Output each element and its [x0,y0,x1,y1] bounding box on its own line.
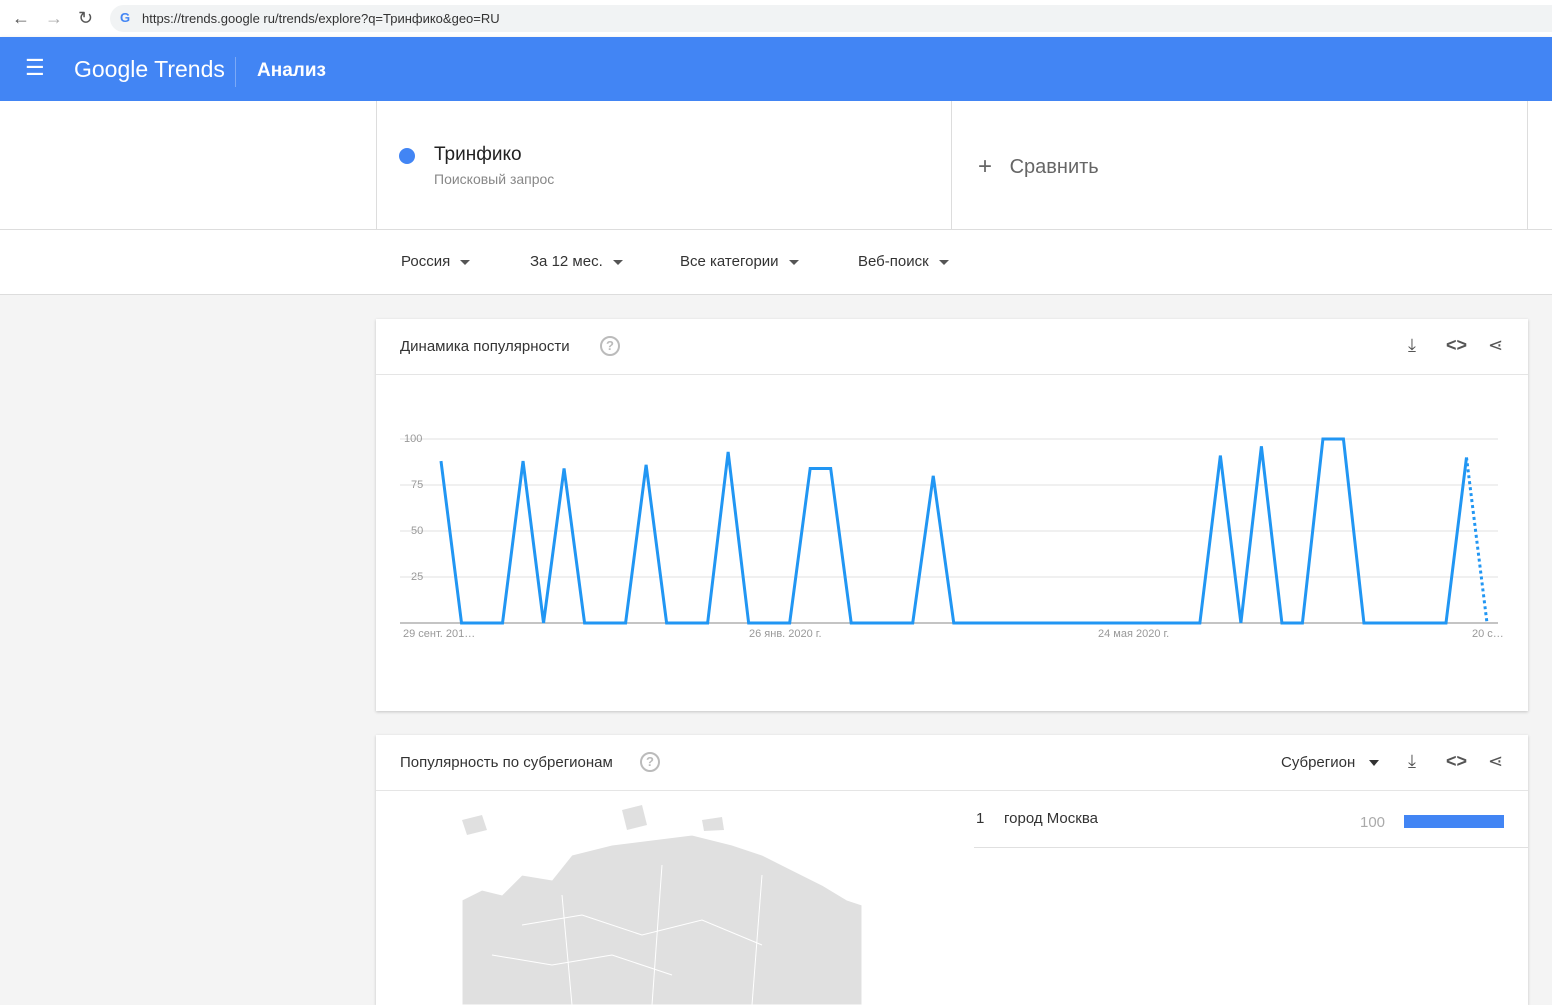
google-icon: G [120,10,131,25]
rank: 1 [976,810,985,827]
region-map[interactable] [462,805,864,1005]
compare-label: Сравнить [1009,155,1099,178]
help-icon[interactable]: ? [600,336,620,356]
y-tick-label: 50 [411,525,424,537]
share-icon[interactable]: ⋖ [1488,751,1503,772]
subregion-dropdown-label: Субрегион [1281,754,1356,771]
caret-down-icon [788,259,799,265]
search-type-dropdown[interactable]: Веб-поиск [858,253,949,270]
caret-down-icon [938,259,949,265]
region-value: 100 [1360,814,1386,831]
region-name: город Москва [1004,810,1098,827]
term-color-dot [399,148,415,164]
download-icon[interactable]: ⤓ [1408,335,1416,356]
caret-down-icon [612,259,623,265]
download-icon[interactable]: ⤓ [1408,751,1416,772]
search-term[interactable]: Тринфико [434,144,522,166]
y-tick-label: 100 [404,433,423,445]
caret-down-icon [460,259,471,265]
reload-icon[interactable]: ↻ [78,8,93,29]
app-header: ☰ Google Trends Анализ [0,37,1552,101]
subregion-dropdown[interactable]: Субрегион [1281,754,1380,771]
subregion-card: Популярность по субрегионам ? Субрегион … [376,735,1528,1005]
logo[interactable]: Google Trends [74,56,225,83]
y-tick-label: 25 [411,571,424,583]
category-dropdown[interactable]: Все категории [680,253,799,270]
compare-button[interactable]: + Сравнить [978,153,1099,181]
page-title: Анализ [257,60,326,81]
x-tick-label: 26 янв. 2020 г. [749,628,822,640]
card-title: Популярность по субрегионам [400,754,613,771]
plus-icon: + [978,153,993,180]
region-label: Россия [401,253,451,270]
term-type: Поисковый запрос [434,171,555,187]
period-label: За 12 мес. [530,253,603,270]
category-label: Все категории [680,253,779,270]
value-bar [1404,815,1504,828]
embed-icon[interactable]: <> [1446,335,1467,356]
forward-icon[interactable]: → [45,8,63,29]
divider [235,57,236,87]
menu-icon[interactable]: ☰ [25,55,45,81]
list-item[interactable]: 1 город Москва 100 [974,790,1528,848]
back-icon[interactable]: ← [12,8,30,29]
search-type-label: Веб-поиск [858,253,929,270]
region-dropdown[interactable]: Россия [401,253,471,270]
url-text[interactable]: https://trends.google ru/trends/explore?… [142,11,500,26]
browser-toolbar: ← → ↻ G https://trends.google ru/trends/… [0,0,1552,37]
x-tick-label: 29 сент. 201… [403,628,476,640]
interest-over-time-card: Динамика популярности ? ⤓ <> ⋖ [376,319,1528,711]
help-icon[interactable]: ? [640,752,660,772]
share-icon[interactable]: ⋖ [1488,335,1503,356]
card-title: Динамика популярности [400,338,570,355]
x-tick-label: 24 мая 2020 г. [1098,628,1170,640]
address-bar[interactable]: G https://trends.google ru/trends/explor… [110,5,1552,32]
y-tick-label: 75 [411,479,424,491]
caret-down-icon [1369,760,1380,767]
period-dropdown[interactable]: За 12 мес. [530,253,623,270]
x-tick-label: 20 с… [1472,628,1504,640]
embed-icon[interactable]: <> [1446,751,1467,772]
